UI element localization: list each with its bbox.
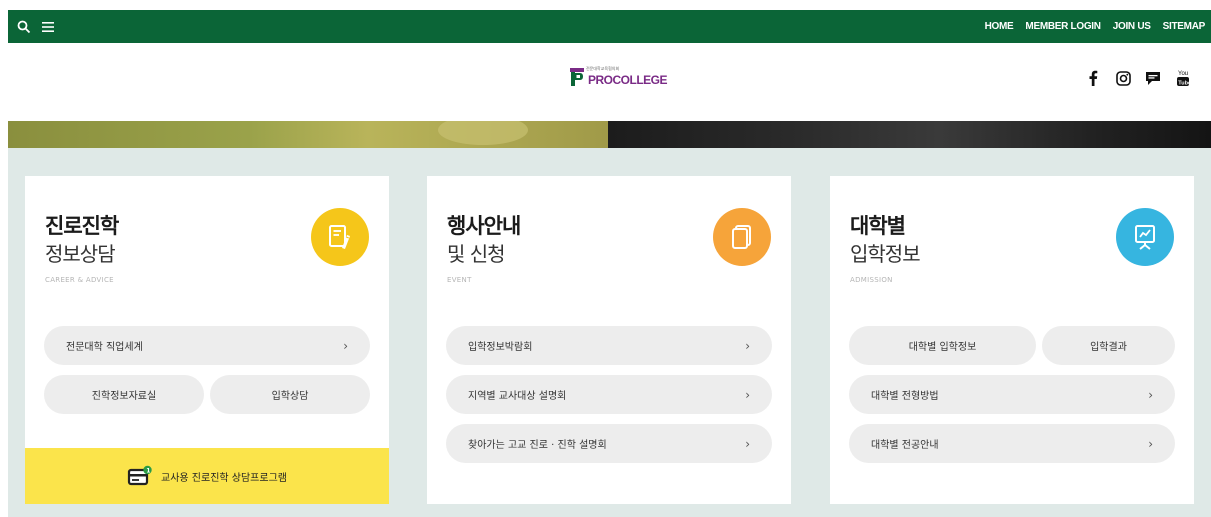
- main-section: 진로진학 정보상담 CAREER & ADVICE 전문대학 직업세계 › 진학…: [8, 148, 1211, 517]
- card-title: 진로진학: [45, 214, 119, 238]
- menu-item-admission-materials[interactable]: 진학정보자료실: [44, 375, 204, 414]
- documents-icon: [732, 225, 751, 249]
- menu-item-career-world[interactable]: 전문대학 직업세계 ›: [44, 326, 370, 365]
- menu-icon[interactable]: [40, 19, 56, 35]
- card-career-advice: 진로진학 정보상담 CAREER & ADVICE 전문대학 직업세계 › 진학…: [25, 176, 389, 504]
- teacher-counseling-program-button[interactable]: 1 교사용 진로진학 상담프로그램: [25, 448, 389, 504]
- site-logo[interactable]: 전문대학교육협의회 PROCOLLEGE: [570, 66, 668, 87]
- chevron-right-icon: ›: [343, 338, 348, 353]
- menu-item-label: 입학결과: [1090, 342, 1127, 353]
- card-badge: [1116, 208, 1174, 266]
- logo-tagline: 전문대학교육협의회: [586, 66, 620, 71]
- menu-item-label: 진학정보자료실: [91, 391, 157, 402]
- nav-member-login[interactable]: MEMBER LOGIN: [1025, 21, 1101, 32]
- chevron-right-icon: ›: [1148, 387, 1153, 402]
- instagram-icon[interactable]: [1115, 69, 1131, 87]
- logo-mark-icon: [570, 68, 584, 86]
- card-english-label: CAREER & ADVICE: [45, 276, 114, 284]
- presentation-board-icon: [1135, 225, 1155, 250]
- top-bar: HOME MEMBER LOGIN JOIN US SITEMAP: [8, 10, 1211, 43]
- top-nav: HOME MEMBER LOGIN JOIN US SITEMAP: [985, 21, 1206, 32]
- card-subtitle: 정보상담: [45, 242, 116, 266]
- menu-item-label: 찾아가는 고교 진로 · 진학 설명회: [468, 440, 607, 451]
- card-admission: 대학별 입학정보 ADMISSION 대학별 입학정보 입학결과 대학별 전형방…: [830, 176, 1194, 504]
- card-english-label: ADMISSION: [850, 276, 893, 284]
- card-subtitle: 입학정보: [850, 242, 921, 266]
- youtube-icon[interactable]: You Tube: [1175, 69, 1191, 87]
- card-badge: [311, 208, 369, 266]
- facebook-icon[interactable]: [1085, 69, 1101, 87]
- card-badge: [713, 208, 771, 266]
- document-pen-icon: [329, 225, 350, 249]
- card-title: 행사안내: [447, 214, 521, 238]
- menu-item-visiting-highschool-session[interactable]: 찾아가는 고교 진로 · 진학 설명회 ›: [446, 424, 772, 463]
- nav-home[interactable]: HOME: [985, 21, 1014, 32]
- card-event: 행사안내 및 신청 EVENT 입학정보박람회 › 지역별 교사대상 설명회 ›…: [427, 176, 791, 504]
- menu-item-major-guide[interactable]: 대학별 전공안내 ›: [849, 424, 1175, 463]
- menu-item-admission-fair[interactable]: 입학정보박람회 ›: [446, 326, 772, 365]
- program-card-icon: 1: [127, 465, 152, 486]
- nav-join-us[interactable]: JOIN US: [1113, 21, 1151, 32]
- menu-item-label: 입학정보박람회: [468, 342, 533, 353]
- card-english-label: EVENT: [447, 276, 472, 284]
- menu-item-label: 대학별 전공안내: [871, 440, 939, 451]
- nav-sitemap[interactable]: SITEMAP: [1163, 21, 1206, 32]
- menu-item-admission-results[interactable]: 입학결과: [1042, 326, 1175, 365]
- chevron-right-icon: ›: [745, 338, 750, 353]
- menu-item-admission-counseling[interactable]: 입학상담: [210, 375, 370, 414]
- menu-item-label: 대학별 입학정보: [908, 342, 977, 353]
- card-subtitle: 및 신청: [447, 242, 506, 266]
- menu-item-label: 전문대학 직업세계: [66, 342, 143, 353]
- svg-text:Tube: Tube: [1178, 80, 1190, 86]
- chevron-right-icon: ›: [745, 436, 750, 451]
- search-icon[interactable]: [16, 19, 32, 35]
- menu-item-label: 대학별 전형방법: [871, 391, 939, 402]
- svg-text:1: 1: [146, 467, 150, 474]
- chat-icon[interactable]: [1145, 69, 1161, 87]
- menu-item-selection-method[interactable]: 대학별 전형방법 ›: [849, 375, 1175, 414]
- menu-item-label: 지역별 교사대상 설명회: [468, 391, 567, 402]
- teacher-program-label: 교사용 진로진학 상담프로그램: [161, 472, 287, 484]
- logo-wordmark: PROCOLLEGE: [588, 73, 668, 87]
- hero-banner-right-image: [608, 121, 1211, 148]
- site-header: 전문대학교육협의회 PROCOLLEGE You Tube: [8, 43, 1211, 121]
- hero-banner: [8, 121, 1211, 148]
- menu-item-admission-info-by-college[interactable]: 대학별 입학정보: [849, 326, 1036, 365]
- chevron-right-icon: ›: [1148, 436, 1153, 451]
- svg-text:You: You: [1178, 71, 1188, 77]
- menu-item-regional-teacher-session[interactable]: 지역별 교사대상 설명회 ›: [446, 375, 772, 414]
- social-links: You Tube: [1085, 69, 1191, 87]
- chevron-right-icon: ›: [745, 387, 750, 402]
- card-title: 대학별: [850, 214, 906, 238]
- hero-banner-left-image: [8, 121, 608, 148]
- menu-item-label: 입학상담: [271, 391, 309, 402]
